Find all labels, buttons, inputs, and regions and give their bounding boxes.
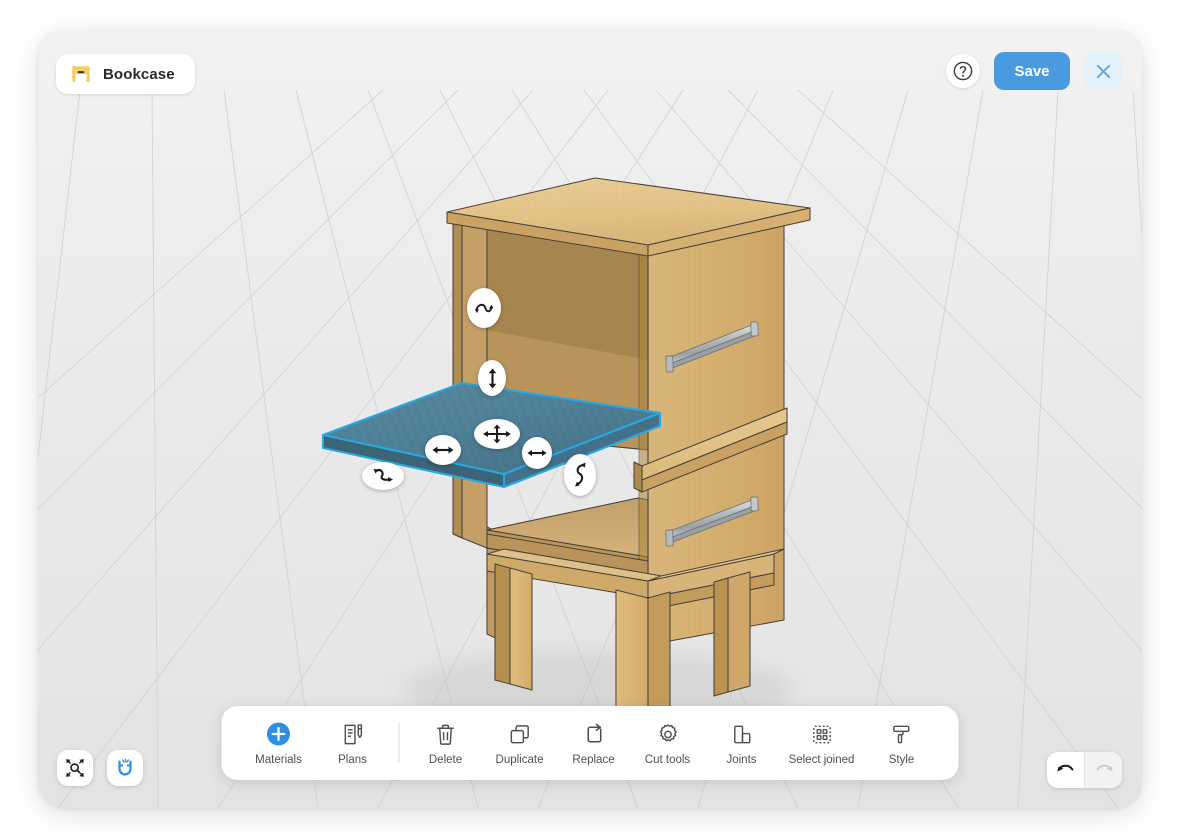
bottom-left-controls: [57, 750, 143, 786]
resize-horizontal-icon: [432, 446, 454, 454]
zoom-to-fit-button[interactable]: [57, 750, 93, 786]
rotate-right-handle[interactable]: [564, 454, 596, 496]
move-four-way-icon: [483, 424, 511, 444]
tool-label: Joints: [726, 753, 757, 766]
rotate-arrow-icon: [373, 469, 393, 482]
redo-button[interactable]: [1085, 752, 1122, 788]
resize-horizontal-icon: [527, 449, 547, 457]
document-pen-icon: [340, 721, 365, 747]
rotate-arrow-icon: [474, 303, 494, 314]
plus-circle-icon: [266, 721, 292, 747]
tool-replace[interactable]: Replace: [557, 713, 631, 773]
magnet-snap-icon: [118, 758, 132, 776]
tool-joints[interactable]: Joints: [705, 713, 779, 773]
tool-label: Plans: [338, 753, 367, 766]
move-all-handle[interactable]: [474, 419, 520, 449]
project-title-chip[interactable]: Bookcase: [56, 54, 195, 94]
copy-icon: [507, 721, 532, 747]
top-right-controls: Save: [946, 52, 1122, 90]
paint-roller-icon: [889, 721, 914, 747]
question-circle-icon: [953, 61, 973, 81]
bottom-toolbar: Materials Plans Delete Duplicate Replace…: [221, 706, 959, 780]
tool-label: Duplicate: [495, 753, 544, 766]
close-icon: [1096, 64, 1110, 78]
tool-label: Materials: [255, 753, 302, 766]
tool-label: Cut tools: [644, 753, 691, 766]
trash-icon: [434, 721, 458, 747]
workbench-icon: [72, 66, 90, 82]
dotted-grid-icon: [809, 721, 834, 747]
tool-style[interactable]: Style: [865, 713, 939, 773]
tool-materials[interactable]: Materials: [242, 713, 316, 773]
3d-viewport[interactable]: Bookcase Save Materials Plans Delete Dup…: [38, 30, 1142, 808]
tool-select-joined[interactable]: Select joined: [779, 713, 865, 773]
resize-vertical-icon: [488, 367, 496, 389]
resize-vertical-handle[interactable]: [478, 360, 506, 396]
tool-label: Select joined: [788, 753, 855, 766]
help-button[interactable]: [946, 54, 980, 88]
undo-redo-group: [1047, 752, 1122, 788]
app-window: Bookcase Save Materials Plans Delete Dup…: [38, 30, 1142, 808]
redo-arrow-icon: [1096, 764, 1113, 772]
joints-icon: [729, 721, 754, 747]
close-button[interactable]: [1084, 52, 1122, 90]
replace-loop-icon: [581, 721, 606, 747]
rotate-top-handle[interactable]: [467, 288, 501, 328]
save-button[interactable]: Save: [994, 52, 1070, 90]
tool-label: Style: [888, 753, 915, 766]
resize-left-handle[interactable]: [425, 435, 461, 465]
tool-label: Replace: [572, 753, 615, 766]
resize-right-handle[interactable]: [522, 437, 552, 469]
undo-arrow-icon: [1056, 764, 1073, 772]
toolbar-divider: [398, 723, 400, 763]
rotate-arrow-icon: [575, 462, 586, 487]
zoom-to-fit-icon: [66, 759, 84, 777]
tool-plans[interactable]: Plans: [316, 713, 390, 773]
rotate-left-handle[interactable]: [362, 462, 404, 490]
tool-delete[interactable]: Delete: [409, 713, 483, 773]
tool-label: Delete: [428, 753, 463, 766]
tool-duplicate[interactable]: Duplicate: [483, 713, 557, 773]
project-title: Bookcase: [103, 65, 175, 83]
bookcase-model[interactable]: [38, 30, 1142, 808]
snap-toggle-button[interactable]: [107, 750, 143, 786]
undo-button[interactable]: [1047, 752, 1084, 788]
tool-cut-tools[interactable]: Cut tools: [631, 713, 705, 773]
gear-icon: [655, 721, 680, 747]
